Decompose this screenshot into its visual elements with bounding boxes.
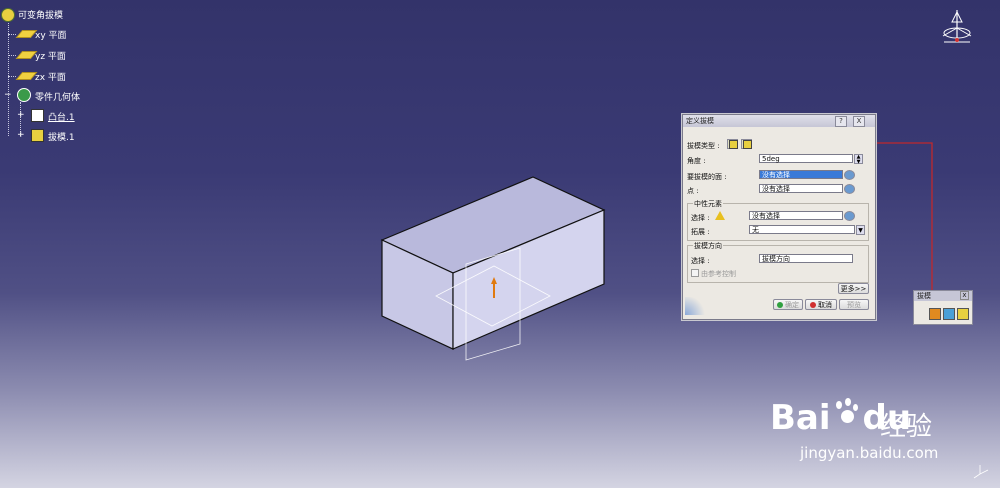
cancel-button[interactable]: 取消 xyxy=(805,299,837,310)
tree-item-xy-plane[interactable]: xy 平面 xyxy=(35,28,67,41)
faces-to-draft-label: 要拔模的面 : xyxy=(687,173,727,181)
reference-checkbox[interactable] xyxy=(691,269,699,277)
draft-toolbar: 拔模 x xyxy=(913,290,973,325)
direction-select-field[interactable]: 拔模方向 xyxy=(759,254,853,263)
paw-icon xyxy=(832,398,858,426)
help-button[interactable]: ? xyxy=(835,116,847,127)
draft-type-constant-button[interactable] xyxy=(727,139,738,149)
dialog-title: 定义拔模 xyxy=(686,117,714,125)
reference-checkbox-label: 由参考控制 xyxy=(701,270,736,278)
draft-toolbar-close-button[interactable]: x xyxy=(960,291,969,300)
ok-icon xyxy=(777,302,783,308)
angle-label: 角度 : xyxy=(687,157,706,165)
neutral-select-label: 选择 : xyxy=(691,214,710,222)
point-label: 点 : xyxy=(687,187,699,195)
more-button[interactable]: 更多>> xyxy=(838,283,869,294)
ok-button[interactable]: 确定 xyxy=(773,299,803,310)
tree-root-label[interactable]: 可变角拔模 xyxy=(18,8,63,21)
point-edit-button[interactable] xyxy=(844,184,855,194)
variable-draft-icon[interactable] xyxy=(957,308,969,320)
compass-icon xyxy=(942,10,972,43)
expand-icon[interactable]: − xyxy=(4,91,12,100)
cancel-icon xyxy=(810,302,816,308)
tree-item-zx-plane[interactable]: zx 平面 xyxy=(35,70,66,83)
draft-toolbar-title: 拔模 xyxy=(917,292,931,300)
cube-icon xyxy=(729,140,738,149)
tree-item-draft[interactable]: 拔模.1 xyxy=(48,130,75,143)
dialog-decoration xyxy=(685,297,707,315)
point-field[interactable]: 没有选择 xyxy=(759,184,843,193)
part-body-icon xyxy=(17,88,31,102)
tree-root-icon[interactable] xyxy=(1,8,15,22)
neutral-select-field[interactable]: 没有选择 xyxy=(749,211,843,220)
tree-item-yz-plane[interactable]: yz 平面 xyxy=(35,49,66,62)
tree-item-pad[interactable]: 凸台.1 xyxy=(48,110,75,123)
cube-icon xyxy=(743,140,752,149)
expand-icon[interactable]: + xyxy=(17,131,25,140)
neutral-element-title: 中性元素 xyxy=(693,199,723,209)
pad-icon xyxy=(31,109,44,122)
watermark-cn: 经验 xyxy=(880,412,933,442)
axis-triad-icon xyxy=(973,465,989,479)
faces-edit-button[interactable] xyxy=(844,170,855,180)
angle-input[interactable]: 5deg xyxy=(759,154,853,163)
propagation-label: 拓展 : xyxy=(691,228,710,236)
warning-icon xyxy=(715,211,725,220)
direction-select-label: 选择 : xyxy=(691,257,710,265)
draft-direction-title: 拔模方向 xyxy=(693,241,723,251)
draft-type-variable-button[interactable] xyxy=(741,139,752,149)
draft-type-label: 拔模类型 : xyxy=(687,142,720,150)
propagation-select[interactable]: 无 xyxy=(749,225,855,234)
draft-reflect-icon[interactable] xyxy=(943,308,955,320)
draft-icon xyxy=(31,129,44,142)
draft-definition-dialog: 定义拔模 ? X 拔模类型 : 角度 : 5deg ▲ ▼ 要拔模的面 : 没有选… xyxy=(682,114,876,320)
dialog-titlebar[interactable]: 定义拔模 ? X xyxy=(683,115,875,127)
draft-angle-icon[interactable] xyxy=(929,308,941,320)
expand-icon[interactable]: + xyxy=(17,111,25,120)
preview-button[interactable]: 预览 xyxy=(839,299,869,310)
watermark-url: jingyan.baidu.com xyxy=(800,444,939,462)
close-button[interactable]: X xyxy=(853,116,865,127)
angle-spinner[interactable]: ▲ ▼ xyxy=(854,154,863,165)
neutral-edit-button[interactable] xyxy=(844,211,855,221)
propagation-dropdown[interactable]: ▼ xyxy=(856,225,865,235)
tree-item-part-body[interactable]: 零件几何体 xyxy=(35,90,80,103)
faces-to-draft-field[interactable]: 没有选择 xyxy=(759,170,843,179)
draft-toolbar-titlebar[interactable]: 拔模 x xyxy=(914,291,972,301)
